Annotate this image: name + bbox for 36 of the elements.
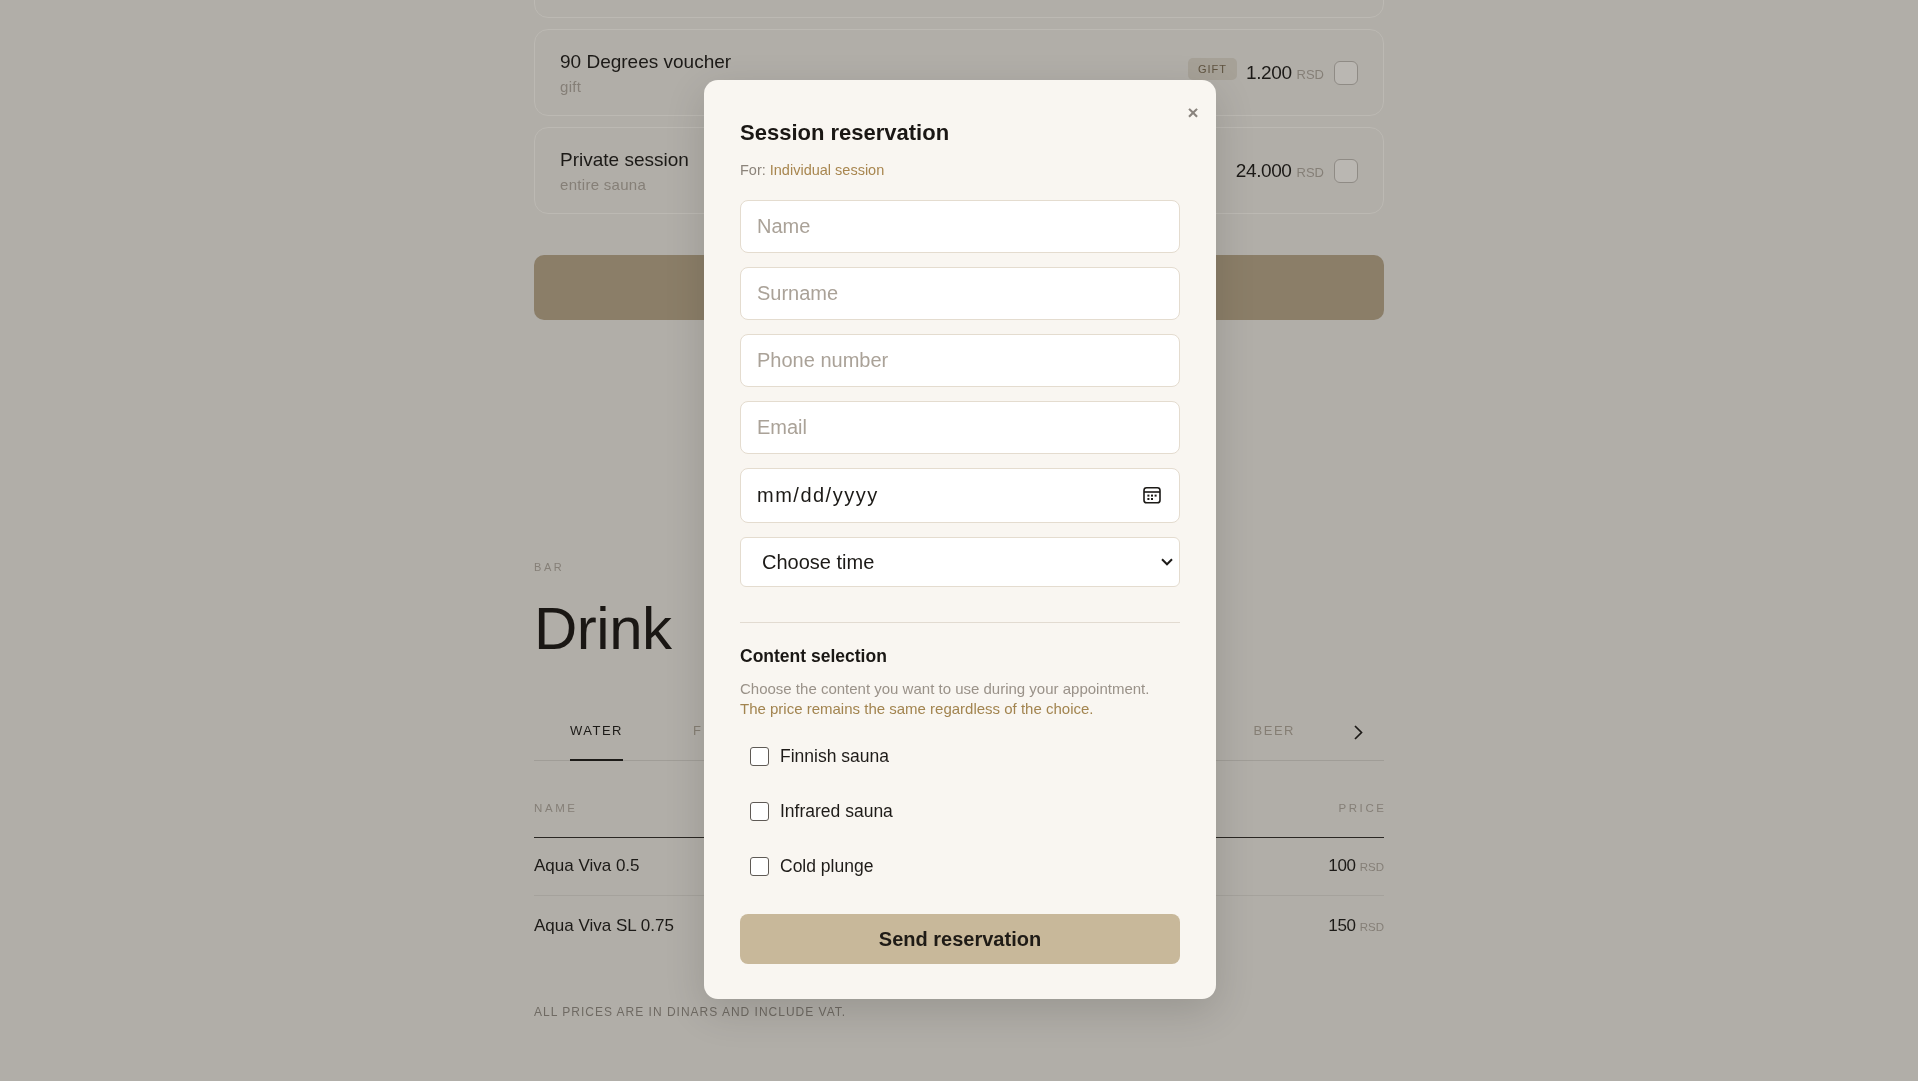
checkbox[interactable] xyxy=(750,746,769,766)
category-tab[interactable]: WATER xyxy=(570,723,623,761)
service-price: 24.000 xyxy=(1235,159,1292,182)
service-price: 1.200 xyxy=(1246,61,1292,84)
dialog-title: Session reservation xyxy=(740,120,950,146)
session-name: Individual session xyxy=(769,161,885,179)
text-field[interactable]: Phone number xyxy=(740,334,1180,387)
price-footnote: ALL PRICES ARE IN DINARS AND INCLUDE VAT. xyxy=(534,1005,847,1020)
calendar-icon[interactable] xyxy=(1143,486,1161,504)
option-label: Cold plunge xyxy=(780,855,874,877)
for-label: For: xyxy=(740,161,766,179)
checkbox[interactable] xyxy=(1334,60,1358,85)
service-title: 90 Degrees voucher xyxy=(560,49,732,74)
checkbox[interactable] xyxy=(750,856,769,876)
checkbox[interactable] xyxy=(750,801,769,821)
description-text: Choose the content you want to use during your appointment. xyxy=(740,679,1150,699)
send-button[interactable]: Send reservation xyxy=(740,914,1180,964)
text-field[interactable]: Email xyxy=(740,401,1180,454)
text-field[interactable]: Surname xyxy=(740,267,1180,320)
option-label: Finnish sauna xyxy=(780,745,889,767)
price-note: The price remains the same regardless of the choice. xyxy=(740,699,1094,719)
category-badge: GIFT xyxy=(1187,57,1237,80)
drink-name: Aqua Viva SL 0.75 xyxy=(534,916,674,936)
drink-price: 100 xyxy=(1328,856,1356,876)
date-field[interactable]: mm/dd/yyyy xyxy=(740,468,1180,523)
option-label: Infrared sauna xyxy=(780,800,893,822)
section-title: Drink xyxy=(534,599,672,659)
section-heading: Content selection xyxy=(740,645,887,667)
drink-price: 150 xyxy=(1328,916,1356,936)
checkbox[interactable] xyxy=(1334,158,1358,183)
chevron-right-icon xyxy=(1353,724,1363,740)
drink-name: Aqua Viva 0.5 xyxy=(534,856,640,876)
time-select[interactable]: Choose time xyxy=(740,537,1180,587)
text-field[interactable]: Name xyxy=(740,200,1180,253)
chevron-down-icon xyxy=(1161,558,1173,566)
service-title: Private session xyxy=(560,147,689,172)
